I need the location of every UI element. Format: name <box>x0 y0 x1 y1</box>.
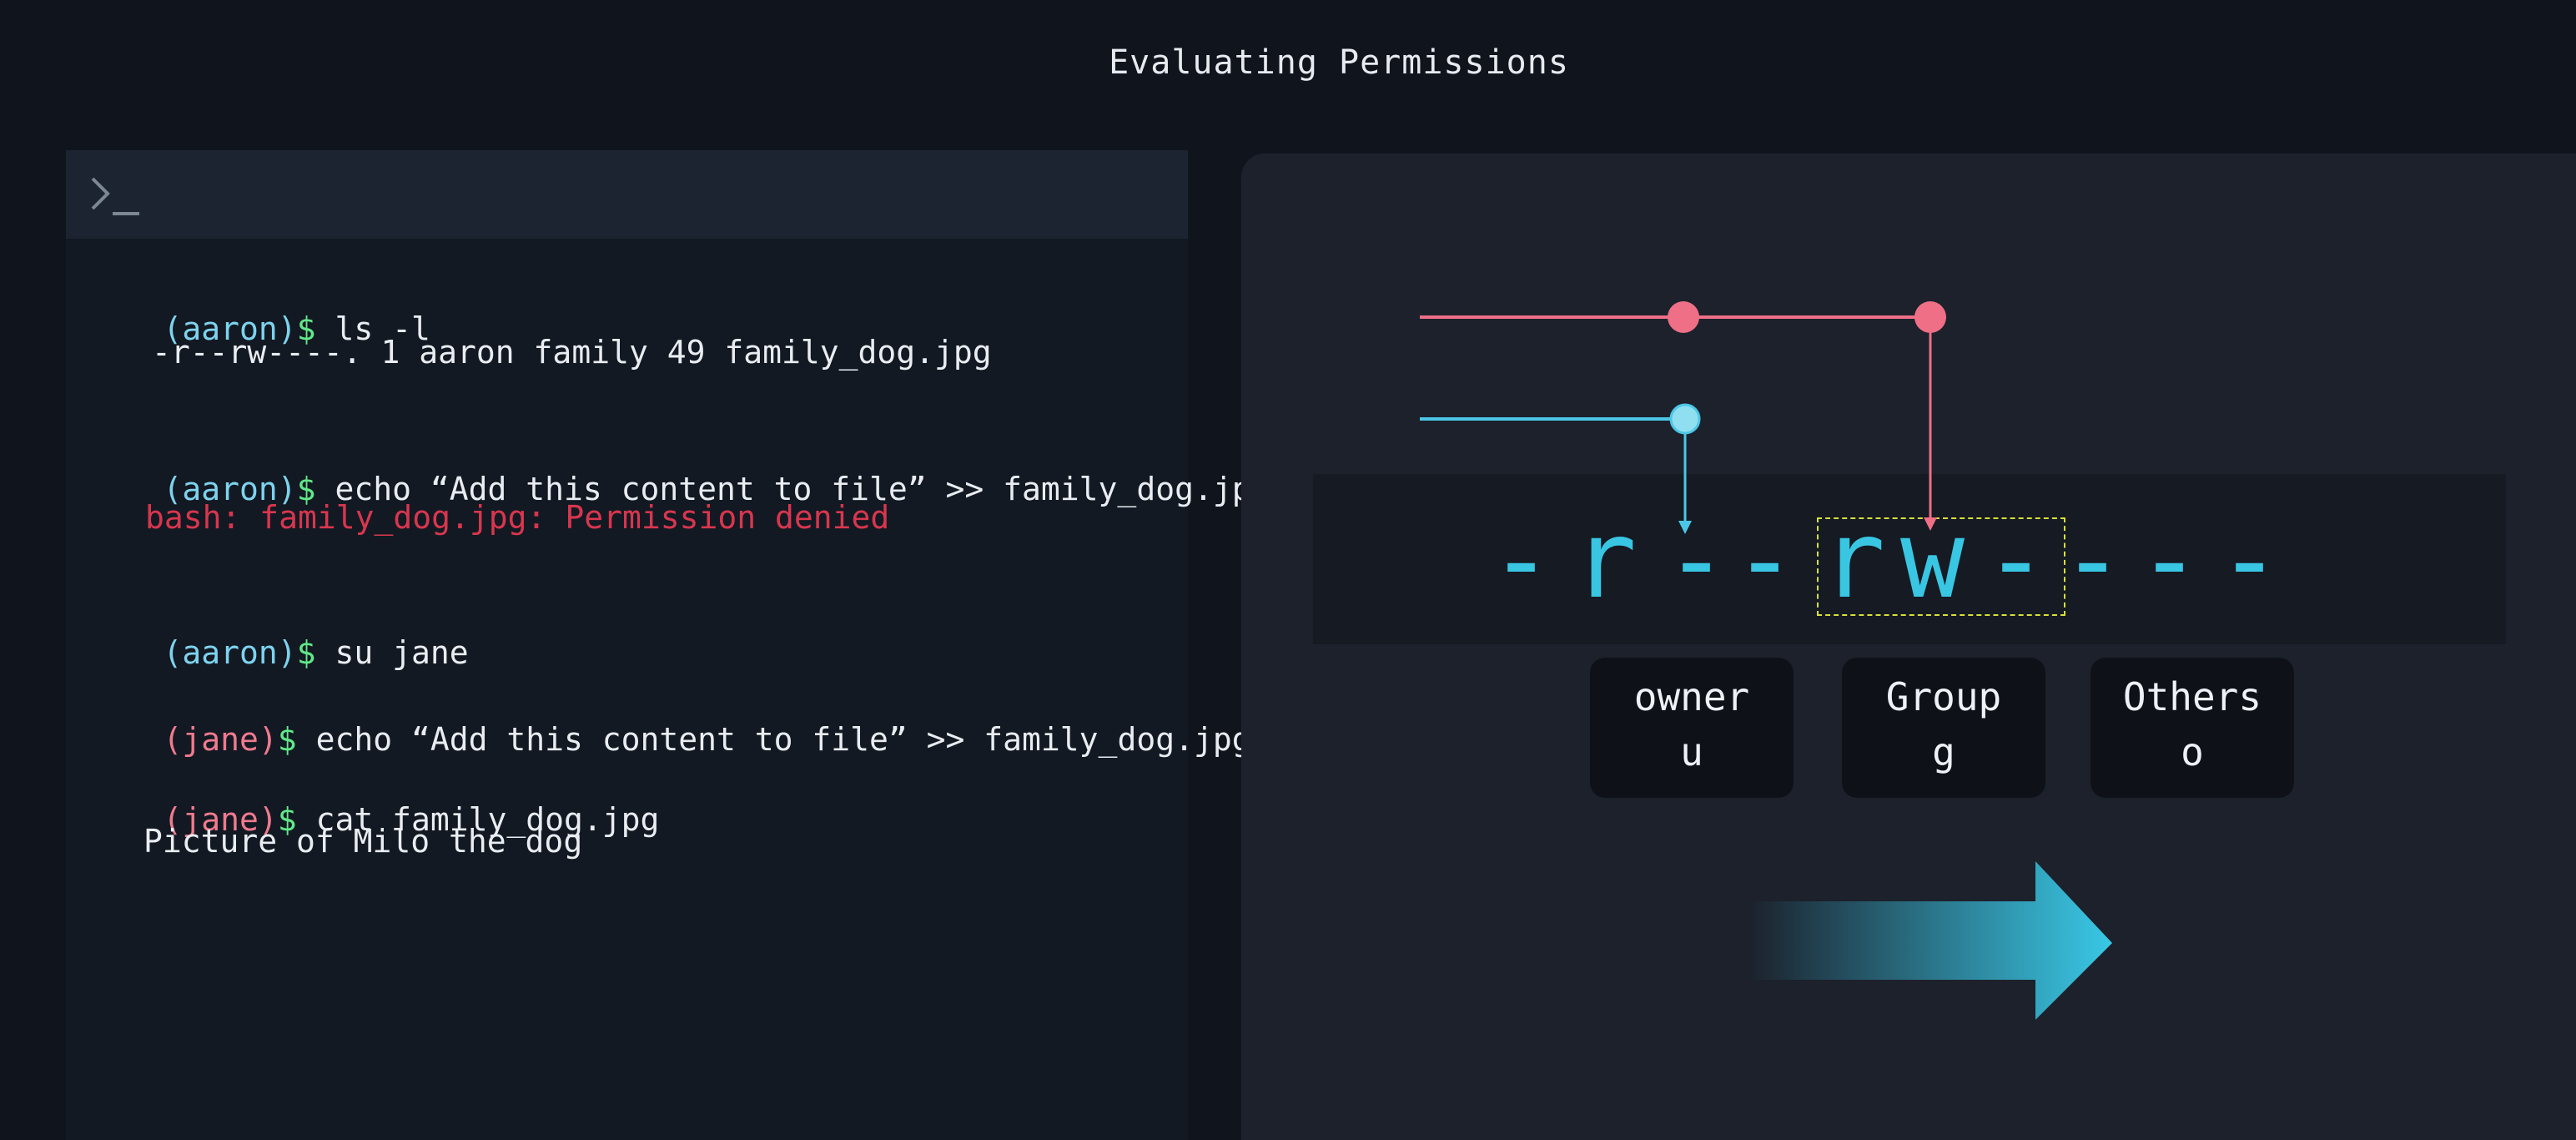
connector-lines <box>1420 301 2112 1020</box>
terminal-panel: (aaron)$ ls -l -r--rw----. 1 aaron famil… <box>66 150 1270 1140</box>
user-prompt: (jane) <box>163 721 278 758</box>
user-prompt: (aaron) <box>163 634 297 671</box>
command-text: echo “Add this content to file” >> famil… <box>296 721 1251 758</box>
error-output: bash: family_dog.jpg: Permission denied <box>145 499 890 536</box>
command-text: su jane <box>315 634 469 671</box>
terminal-prompt-icon <box>91 177 139 215</box>
permissions-diagram: - r - - r w - - - - owner u Group g Othe… <box>1241 154 2576 1140</box>
arrow-right-icon <box>1748 861 2112 1020</box>
command-output: Picture of Milo the dog <box>143 823 583 860</box>
page-title: Evaluating Permissions <box>1109 43 1569 82</box>
user-connector-line <box>1420 403 1701 534</box>
command-output: -r--rw----. 1 aaron family 49 family_dog… <box>152 334 992 371</box>
dollar-sign: $ <box>296 634 316 671</box>
terminal-title-bar <box>66 150 1188 239</box>
dollar-sign: $ <box>277 721 297 758</box>
